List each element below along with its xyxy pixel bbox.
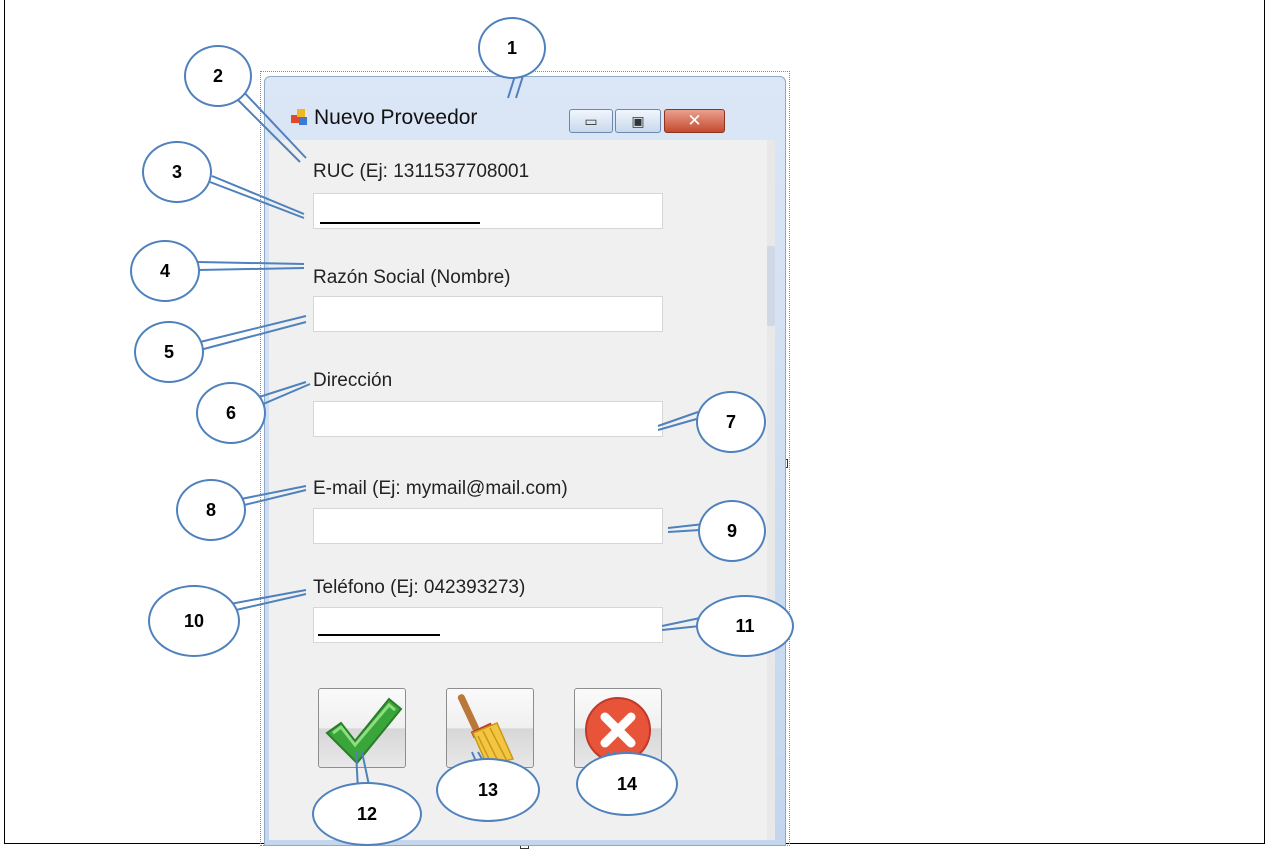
broom-icon (457, 694, 515, 766)
callout-14: 14 (576, 752, 678, 816)
callout-1: 1 (478, 17, 546, 79)
close-icon: ✕ (687, 111, 702, 131)
callout-6: 6 (196, 382, 266, 444)
callout-5: 5 (134, 321, 204, 383)
minimize-icon: ▭ (584, 112, 598, 129)
ruc-underline (320, 222, 480, 224)
minimize-button[interactable]: ▭ (569, 109, 613, 133)
callout-3: 3 (142, 141, 212, 203)
check-icon (325, 697, 403, 765)
callout-10: 10 (148, 585, 240, 657)
callout-9: 9 (698, 500, 766, 562)
email-label: E-mail (Ej: mymail@mail.com) (313, 478, 568, 499)
clear-button[interactable] (446, 688, 534, 768)
telefono-underline (318, 634, 440, 636)
vertical-scrollbar[interactable] (767, 140, 775, 840)
telefono-input[interactable] (313, 607, 663, 643)
telefono-label: Teléfono (Ej: 042393273) (313, 577, 526, 598)
scrollbar-thumb[interactable] (767, 246, 775, 326)
close-button[interactable]: ✕ (664, 109, 725, 133)
callout-11: 11 (696, 595, 794, 657)
email-input[interactable] (313, 508, 663, 544)
direccion-label: Dirección (313, 370, 393, 391)
razon-social-input[interactable] (313, 296, 663, 332)
accept-button[interactable] (318, 688, 406, 768)
callout-2: 2 (184, 45, 252, 107)
title-bar[interactable]: Nuevo Proveedor ▭ ▣ ✕ (264, 76, 786, 136)
callout-8: 8 (176, 479, 246, 541)
callout-13: 13 (436, 758, 540, 822)
callout-12: 12 (312, 782, 422, 846)
razon-social-label: Razón Social (Nombre) (313, 267, 511, 288)
ruc-label: RUC (Ej: 1311537708001 (313, 161, 530, 182)
window-title: Nuevo Proveedor (314, 106, 478, 129)
maximize-icon: ▣ (631, 112, 645, 129)
direccion-input[interactable] (313, 401, 663, 437)
app-icon (291, 109, 307, 125)
maximize-button[interactable]: ▣ (615, 109, 661, 133)
callout-7: 7 (696, 391, 766, 453)
callout-4: 4 (130, 240, 200, 302)
